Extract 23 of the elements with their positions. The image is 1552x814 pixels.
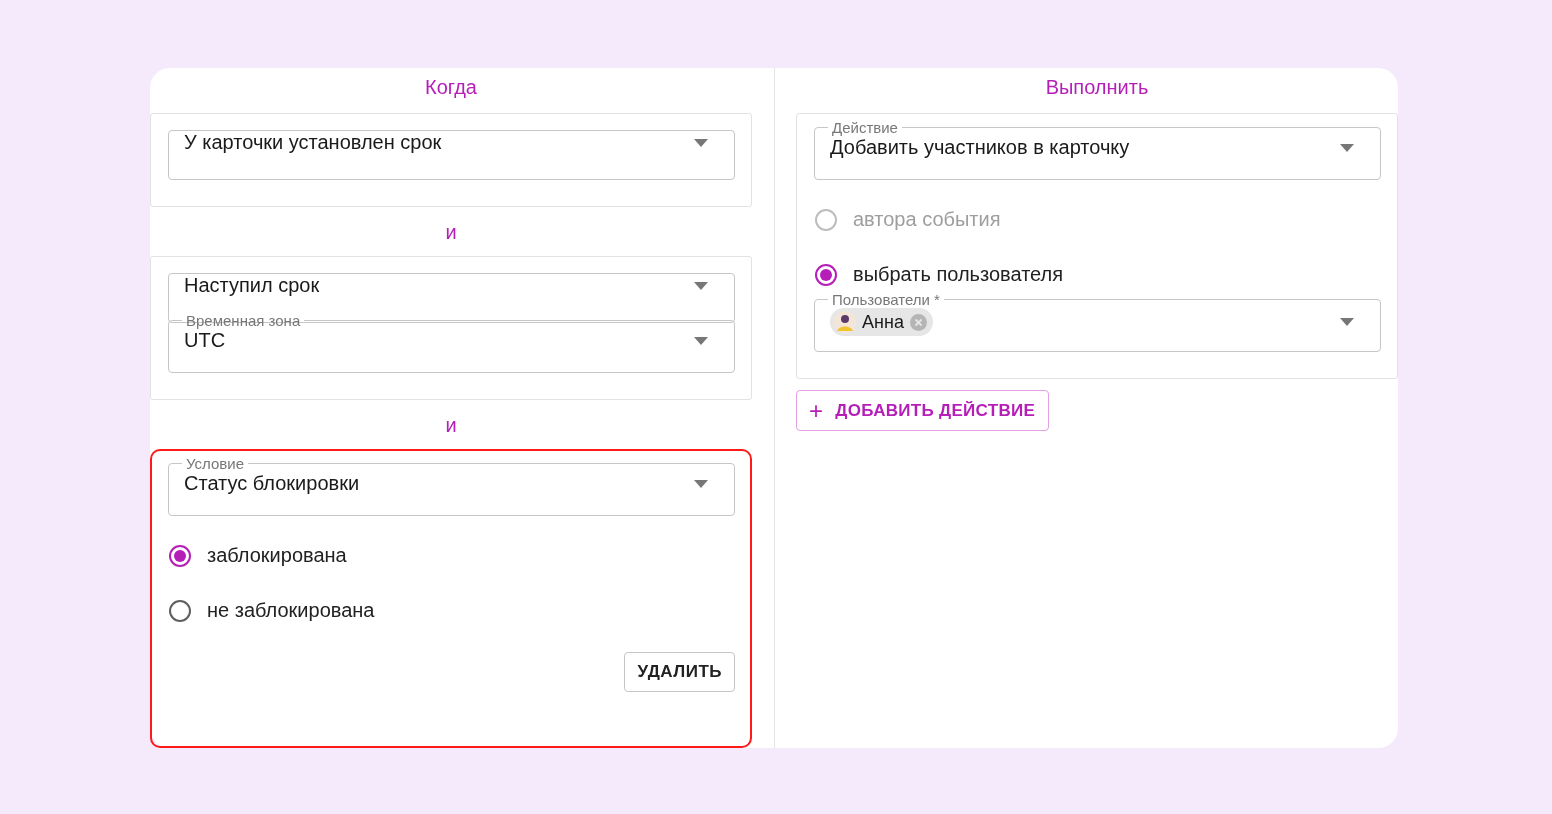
- caret-icon: [694, 138, 708, 147]
- delete-button[interactable]: УДАЛИТЬ: [624, 652, 735, 692]
- radio-label: выбрать пользователя: [853, 263, 1064, 286]
- radio-label: не заблокирована: [207, 599, 375, 622]
- radio-button[interactable]: [169, 599, 191, 622]
- radio-button[interactable]: [815, 263, 837, 286]
- caret-icon: [1340, 143, 1354, 152]
- radio-button[interactable]: [169, 544, 191, 567]
- column-title: Когда: [425, 75, 477, 100]
- select-field[interactable]: У карточки установлен срок: [168, 130, 735, 180]
- avatar-icon: [834, 311, 856, 333]
- radio-label: автора события: [853, 208, 1001, 231]
- caret-icon: [1340, 318, 1354, 326]
- select-field[interactable]: Действие Добавить участников в карточку: [814, 119, 1381, 180]
- connector-label: и: [445, 414, 457, 437]
- radio-label: заблокирована: [207, 544, 347, 567]
- user-chip[interactable]: Анна: [830, 308, 933, 336]
- caret-icon: [694, 281, 708, 290]
- add-action-button[interactable]: + ДОБАВИТЬ ДЕЙСТВИЕ: [796, 390, 1050, 431]
- column-title: Выполнить: [1045, 75, 1149, 100]
- caret-icon: [694, 336, 708, 345]
- connector-label: и: [445, 221, 457, 244]
- caret-icon: [694, 479, 708, 488]
